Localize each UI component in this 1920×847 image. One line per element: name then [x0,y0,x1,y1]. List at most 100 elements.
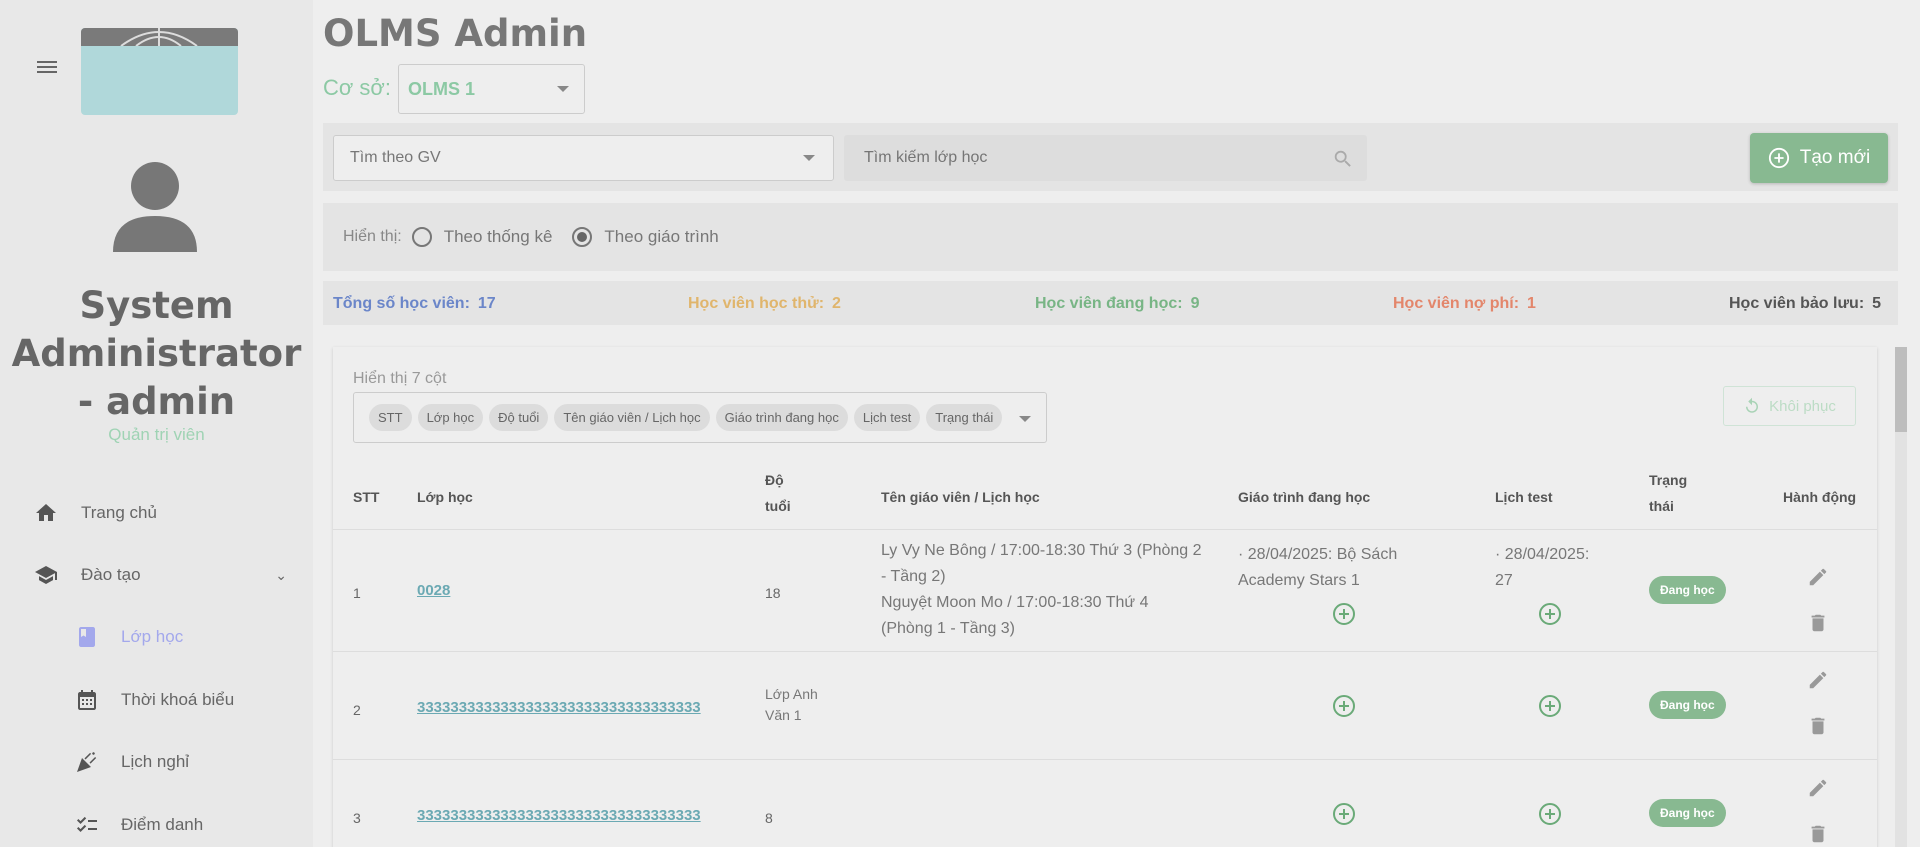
avatar-icon [113,162,197,252]
delete-icon[interactable] [1807,823,1829,845]
class-link[interactable]: 3333333333333333333333333333333333 [417,807,701,824]
nav-item-classes[interactable]: Lớp học [0,617,313,657]
stat-studying: Học viên đang học: 9 [1035,295,1199,313]
stat-studying-value: 9 [1190,295,1200,312]
row-curriculum: · 28/04/2025: Bộ Sách Academy Stars 1 [1238,542,1397,594]
curriculum-line: Academy Stars 1 [1238,572,1360,589]
class-search-input[interactable] [844,135,1367,181]
add-curriculum-icon[interactable] [1332,694,1356,718]
add-curriculum-icon[interactable] [1332,802,1356,826]
caret-down-icon [557,86,569,92]
teacher-line: Ly Vy Ne Bông / 17:00-18:30 Thứ 3 (Phòng… [881,542,1202,559]
stat-studying-label: Học viên đang học: [1035,295,1183,312]
column-chip[interactable]: Trạng thái [926,404,1003,431]
add-test-icon[interactable] [1538,802,1562,826]
caret-down-icon[interactable] [1019,416,1031,422]
page-title: OLMS Admin [323,12,588,55]
teacher-filter-select[interactable]: Tìm theo GV [333,135,834,181]
table-row: 2 3333333333333333333333333333333333 Lớp… [333,651,1877,759]
table-row: 3 3333333333333333333333333333333333 8 Đ… [333,759,1877,847]
test-line: 27 [1495,572,1513,589]
delete-icon[interactable] [1807,612,1829,634]
sidebar: System Administrator - admin Quản trị vi… [0,0,313,847]
scrollbar[interactable] [1895,347,1907,847]
header-status-line2: thái [1649,498,1674,514]
nav-item-training[interactable]: Đào tạo ⌄ [0,555,313,595]
add-test-icon[interactable] [1538,602,1562,626]
column-chip[interactable]: Lớp học [417,404,484,431]
class-table-card: Hiển thị 7 cột STT Lớp học Độ tuổi Tên g… [333,347,1877,847]
column-chip[interactable]: Tên giáo viên / Lịch học [554,404,710,431]
nav-item-label: Lịch nghỉ [121,752,190,771]
header-class: Lớp học [417,489,473,505]
stat-debt-value: 1 [1527,295,1536,312]
nav-item-home[interactable]: Trang chủ [0,493,313,533]
stat-total-value: 17 [477,295,496,312]
view-mode-label: Hiển thị: [343,228,402,245]
age-line: Lớp Anh [765,686,818,702]
radio-stats[interactable] [411,227,432,247]
column-chip[interactable]: Lịch test [853,404,921,431]
edit-icon[interactable] [1807,669,1829,691]
branch-label: Cơ sở: [323,75,391,100]
header-test: Lịch test [1495,489,1553,505]
column-chip[interactable]: Giáo trình đang học [715,404,848,431]
row-stt: 3 [353,810,361,826]
row-stt: 2 [353,702,361,718]
stat-debt-label: Học viên nợ phí: [1393,295,1520,312]
header-age: Độ tuổi [765,467,791,519]
add-test-icon[interactable] [1538,694,1562,718]
delete-icon[interactable] [1807,715,1829,737]
stat-reserved-value: 5 [1872,295,1882,312]
stat-debt: Học viên nợ phí: 1 [1393,295,1536,313]
nav-item-label: Đào tạo [81,565,141,584]
teacher-filter-placeholder: Tìm theo GV [350,149,441,166]
create-button-label: Tạo mới [1799,147,1871,168]
class-link[interactable]: 3333333333333333333333333333333333 [417,699,701,716]
edit-icon[interactable] [1807,777,1829,799]
restore-button[interactable]: Khôi phục [1723,386,1856,426]
test-line: · 28/04/2025: [1495,546,1590,563]
school-icon [35,566,57,584]
plus-circle-icon [1768,147,1789,169]
edit-icon[interactable] [1807,566,1829,588]
stat-trial-value: 2 [832,295,841,312]
stat-trial-label: Học viên học thử: [688,295,825,312]
stat-trial: Học viên học thử: 2 [688,295,841,313]
header-stt: STT [353,489,380,505]
checklist-icon [77,816,97,832]
header-action: Hành động [1783,489,1857,505]
menu-icon[interactable] [34,58,60,82]
radio-curriculum-label: Theo giáo trình [604,227,719,246]
restore-button-label: Khôi phục [1769,397,1836,415]
column-chip[interactable]: STT [369,404,412,431]
class-link[interactable]: 0028 [417,582,450,599]
logo [81,28,238,115]
filter-bar: Tìm theo GV Tạo mới [323,123,1898,191]
curriculum-line: · 28/04/2025: Bộ Sách [1238,546,1398,563]
columns-label: Hiển thị 7 cột [353,370,447,387]
user-role: Quản trị viên [108,425,205,444]
nav-item-holidays[interactable]: Lịch nghỉ [0,742,313,782]
column-chip[interactable]: Độ tuổi [489,404,549,431]
calendar-icon [78,690,96,710]
row-stt: 1 [353,585,361,601]
create-button[interactable]: Tạo mới [1750,133,1888,183]
scrollbar-thumb[interactable] [1895,347,1907,432]
status-badge: Đang học [1649,576,1726,604]
nav-item-label: Lớp học [121,627,184,646]
nav-item-attendance[interactable]: Điểm danh [0,805,313,845]
header-status-line1: Trạng [1649,472,1688,488]
add-curriculum-icon[interactable] [1332,602,1356,626]
header-curriculum: Giáo trình đang học [1238,489,1371,505]
branch-select[interactable]: OLMS 1 [398,64,585,114]
teacher-line: (Phòng 1 - Tầng 3) [881,620,1016,637]
view-mode-bar: Hiển thị: Theo thống kê Theo giáo trình [323,203,1898,271]
nav-item-timetable[interactable]: Thời khoá biểu [0,680,313,720]
row-test: · 28/04/2025: 27 [1495,542,1589,594]
search-icon[interactable] [1332,148,1354,170]
radio-curriculum[interactable] [572,227,593,247]
column-chips-select[interactable]: STT Lớp học Độ tuổi Tên giáo viên / Lịch… [353,392,1047,443]
row-age: 18 [765,585,781,601]
branch-value: OLMS 1 [408,79,476,99]
